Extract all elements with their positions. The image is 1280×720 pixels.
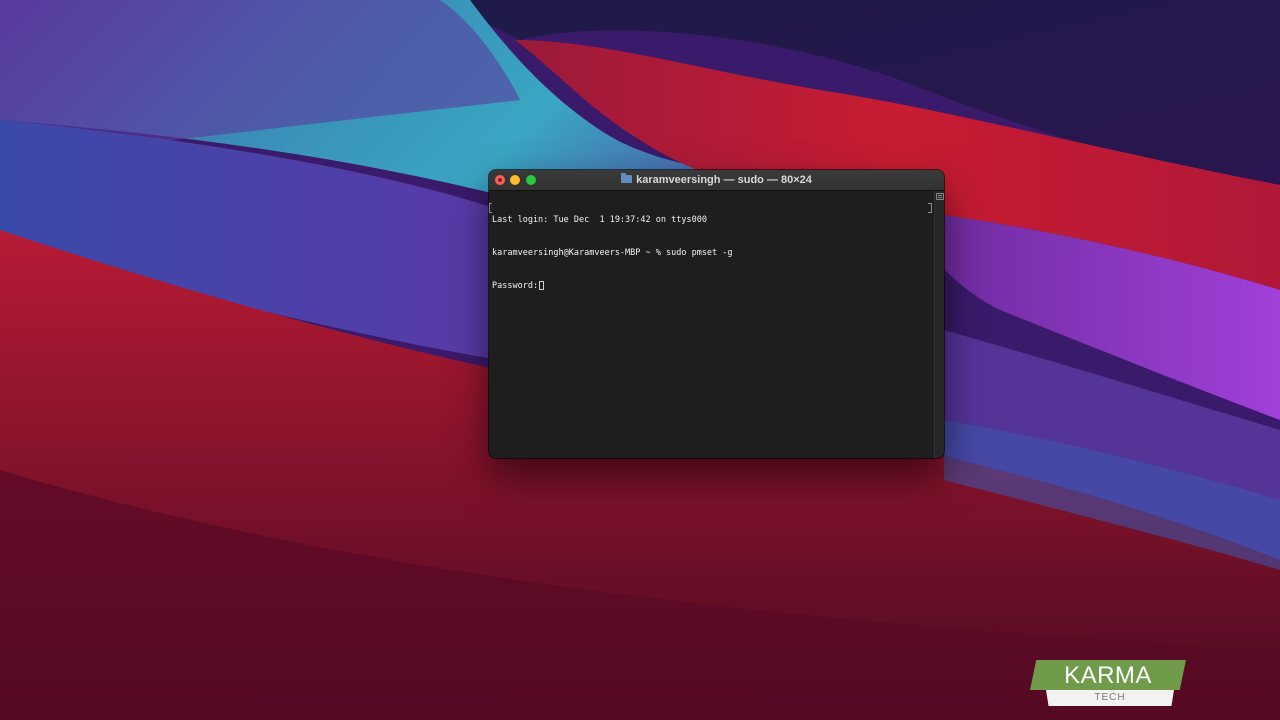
karma-tech-logo: KARMA TECH [1030,660,1186,708]
terminal-output[interactable]: Last login: Tue Dec 1 19:37:42 on ttys00… [489,191,934,458]
terminal-line-command: karamveersingh@Karamveers-MBP ~ % sudo p… [492,248,733,258]
titlebar[interactable]: karamveersingh — sudo — 80×24 [489,170,944,191]
logo-subtitle: TECH [1046,690,1174,706]
window-title-group: karamveersingh — sudo — 80×24 [489,170,944,190]
password-prompt: Password: [492,281,539,291]
terminal-window[interactable]: karamveersingh — sudo — 80×24 Last login… [489,170,944,458]
line-mark-left [489,203,492,213]
text-cursor [539,281,545,290]
terminal-line-last-login: Last login: Tue Dec 1 19:37:42 on ttys00… [492,215,707,225]
folder-icon [621,173,633,184]
scrollback-icon[interactable] [936,193,944,200]
scrollbar[interactable] [934,191,944,458]
line-mark-right [928,203,932,213]
window-title: karamveersingh — sudo — 80×24 [636,174,812,186]
logo-name: KARMA [1030,660,1186,690]
desktop: karamveersingh — sudo — 80×24 Last login… [0,0,1280,720]
terminal-line-password: Password: [492,281,934,292]
